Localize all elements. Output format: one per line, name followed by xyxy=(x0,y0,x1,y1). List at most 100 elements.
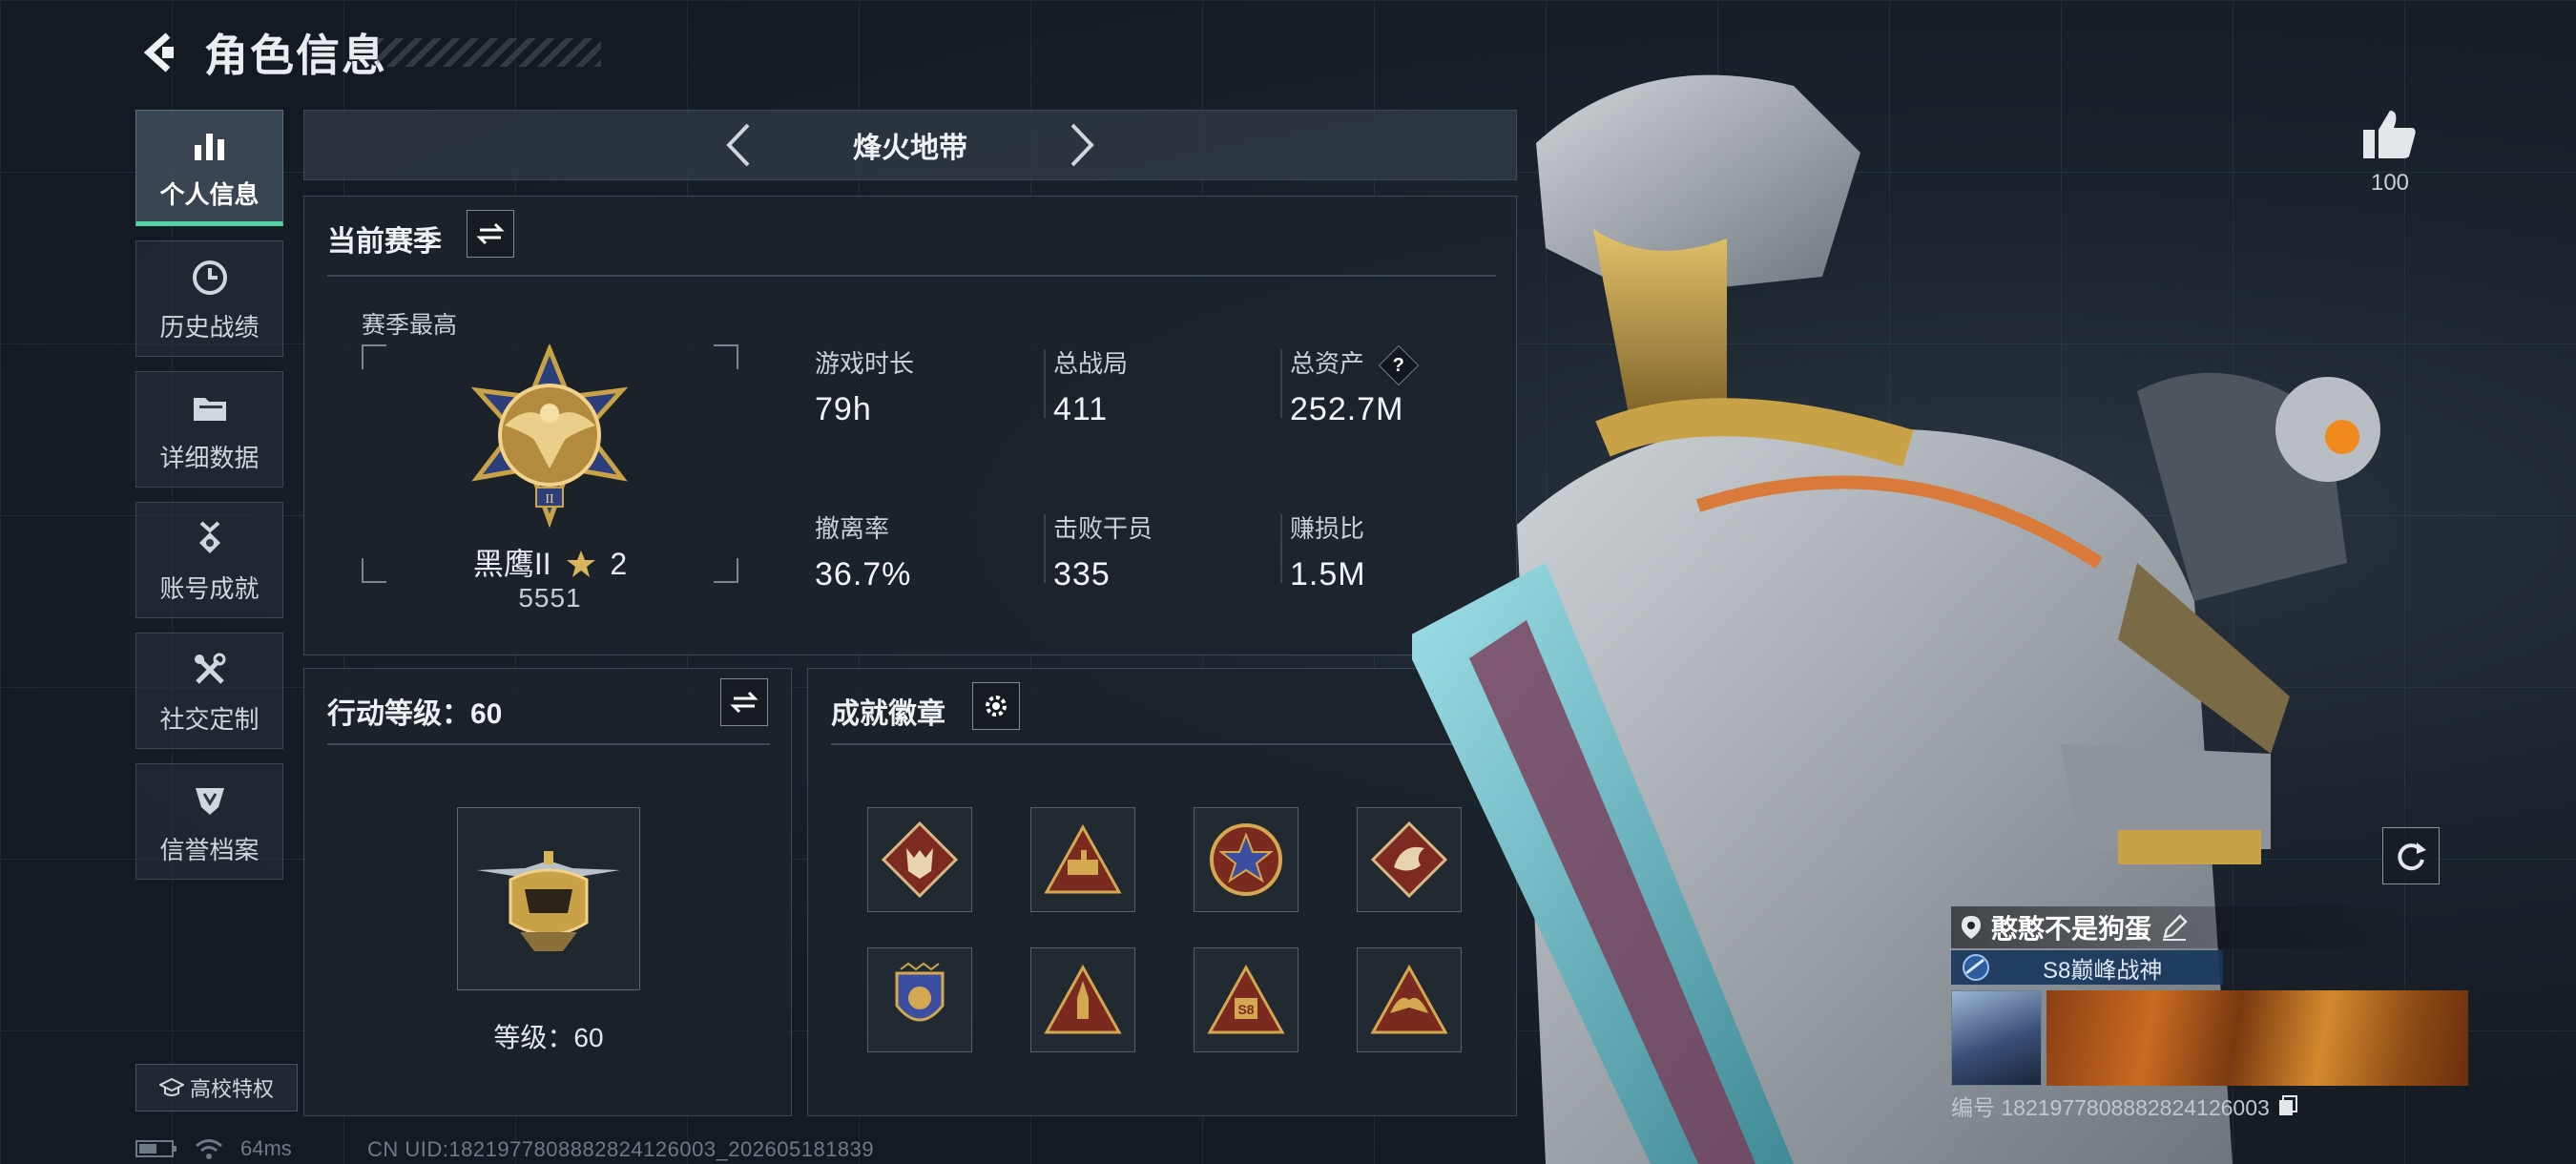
wifi-icon xyxy=(196,1139,222,1159)
player-title-tag: S8巅峰战神 xyxy=(1951,950,2223,985)
sidebar-item-label: 社交定制 xyxy=(159,704,260,734)
title-decoration xyxy=(377,38,601,67)
copy-icon[interactable] xyxy=(2277,1094,2298,1117)
stat-label: 撤离率 xyxy=(815,514,890,543)
sidebar-item-achievements[interactable]: 账号成就 xyxy=(135,502,283,618)
stat-label: 总资产 ? xyxy=(1290,344,1420,386)
page-header: 角色信息 xyxy=(134,21,387,84)
rank-stars: 2 xyxy=(610,547,628,581)
sidebar-item-personal-info[interactable]: 个人信息 xyxy=(135,110,283,226)
svg-text:S8: S8 xyxy=(1237,1002,1254,1017)
rank-name: 黑鹰II xyxy=(472,547,551,581)
sidebar-item-credit[interactable]: 信誉档案 xyxy=(135,763,283,880)
rocket-badge-icon[interactable] xyxy=(1030,947,1135,1052)
star-emblem-badge-icon[interactable] xyxy=(1194,807,1298,912)
school-privilege-button[interactable]: 高校特权 xyxy=(135,1064,298,1112)
svg-text:II: II xyxy=(545,492,554,507)
season-best-label: 赛季最高 xyxy=(362,312,458,339)
school-privilege-label: 高校特权 xyxy=(189,1077,274,1101)
title-emblem-icon xyxy=(1963,954,1989,981)
player-title-text: S8巅峰战神 xyxy=(2043,957,2163,984)
history-clock-icon xyxy=(187,255,233,301)
sidebar-item-detail-data[interactable]: 详细数据 xyxy=(135,371,283,488)
level-panel-title: 行动等级：60 xyxy=(327,698,503,730)
thumbs-up-icon xyxy=(2363,111,2416,158)
achievement-badges-panel: 成就徽章 S8 xyxy=(807,668,1517,1116)
avatar[interactable] xyxy=(1951,990,2042,1086)
divider xyxy=(1280,514,1282,583)
back-button[interactable] xyxy=(134,24,191,81)
black-hawk-rank-emblem-icon: II xyxy=(470,344,629,529)
stat-total-assets: 总资产 ? 252.7M xyxy=(1290,344,1420,428)
like-button[interactable] xyxy=(2357,100,2423,167)
bar-chart-icon xyxy=(187,122,233,168)
stat-value: 1.5M xyxy=(1290,556,1366,592)
helicopter-level-emblem-icon xyxy=(477,851,620,951)
divider xyxy=(1044,349,1046,418)
rank-score: 5551 xyxy=(518,583,582,613)
season-switch-button[interactable] xyxy=(467,210,514,258)
location-pin-icon xyxy=(1962,916,1981,939)
mode-name: 烽火地带 xyxy=(853,133,967,164)
sidebar: 个人信息 历史战绩 详细数据 账号成就 社交定制 信誉档案 xyxy=(135,110,283,894)
rotate-view-button[interactable] xyxy=(2382,827,2440,884)
stat-value: 411 xyxy=(1053,391,1109,427)
sidebar-item-label: 详细数据 xyxy=(159,443,260,472)
divider xyxy=(831,743,1499,745)
like-count: 100 xyxy=(2370,170,2410,196)
player-name-row: 憨憨不是狗蛋 xyxy=(1951,906,2409,948)
stat-label: 击败干员 xyxy=(1053,514,1153,543)
stat-extraction-rate: 撤离率 36.7% xyxy=(815,509,911,593)
divider xyxy=(1280,349,1282,418)
player-name: 憨憨不是狗蛋 xyxy=(1991,914,2152,944)
page-title: 角色信息 xyxy=(204,31,387,80)
action-level-panel: 行动等级：60 等级：60 xyxy=(303,668,792,1116)
gear-icon xyxy=(986,696,1007,717)
medal-ribbon-icon xyxy=(187,516,233,562)
battery-icon xyxy=(135,1140,177,1157)
graduation-cap-icon xyxy=(158,1077,184,1096)
swap-arrows-icon xyxy=(476,222,505,245)
s8-badge-icon[interactable]: S8 xyxy=(1194,947,1298,1052)
stat-value: 335 xyxy=(1053,556,1111,592)
ping-text: 64ms xyxy=(240,1136,292,1160)
question-mark-icon: ? xyxy=(1393,354,1405,376)
chevron-left-icon xyxy=(726,123,750,167)
season-panel-title: 当前赛季 xyxy=(327,226,442,258)
edit-pencil-icon[interactable] xyxy=(2161,914,2188,941)
stat-value: 79h xyxy=(815,391,872,427)
sidebar-item-label: 信誉档案 xyxy=(159,835,260,864)
sidebar-item-label: 个人信息 xyxy=(159,179,260,209)
sidebar-item-history[interactable]: 历史战绩 xyxy=(135,240,283,357)
swap-arrows-icon xyxy=(730,691,758,714)
badge-settings-button[interactable] xyxy=(972,682,1020,730)
stat-value: 252.7M xyxy=(1290,391,1404,428)
wolf-badge-icon[interactable] xyxy=(867,807,972,912)
shield-wings-badge-icon[interactable] xyxy=(867,947,972,1052)
tools-icon xyxy=(187,647,233,693)
sidebar-item-social[interactable]: 社交定制 xyxy=(135,633,283,749)
rank-title: 黑鹰II 2 xyxy=(362,540,738,584)
next-mode-button[interactable] xyxy=(1053,116,1111,174)
player-id-row: 编号 1821977808882824126003 xyxy=(1951,1090,2298,1122)
stat-total-matches: 总战局 411 xyxy=(1053,344,1128,428)
stat-label-text: 总资产 xyxy=(1290,349,1365,378)
star-icon xyxy=(566,551,595,577)
divider xyxy=(327,275,1496,277)
level-switch-button[interactable] xyxy=(720,678,768,726)
badges-panel-title: 成就徽章 xyxy=(831,698,945,730)
chevron-right-icon xyxy=(1070,123,1094,167)
stat-label: 总战局 xyxy=(1053,349,1129,378)
stat-play-time: 游戏时长 79h xyxy=(815,344,914,428)
folder-icon xyxy=(187,385,233,431)
player-id: 编号 1821977808882824126003 xyxy=(1951,1095,2270,1120)
stat-label: 赚损比 xyxy=(1290,514,1365,543)
divider xyxy=(327,743,770,745)
stat-operators-defeated: 击败干员 335 xyxy=(1053,509,1153,593)
previous-mode-button[interactable] xyxy=(710,116,767,174)
stat-profit-loss: 赚损比 1.5M xyxy=(1290,509,1366,593)
tank-badge-icon[interactable] xyxy=(1030,807,1135,912)
status-bar: 64ms xyxy=(135,1133,292,1164)
uid-text: CN UID:1821977808882824126003_2026051818… xyxy=(367,1137,875,1161)
stat-value: 36.7% xyxy=(815,556,912,592)
